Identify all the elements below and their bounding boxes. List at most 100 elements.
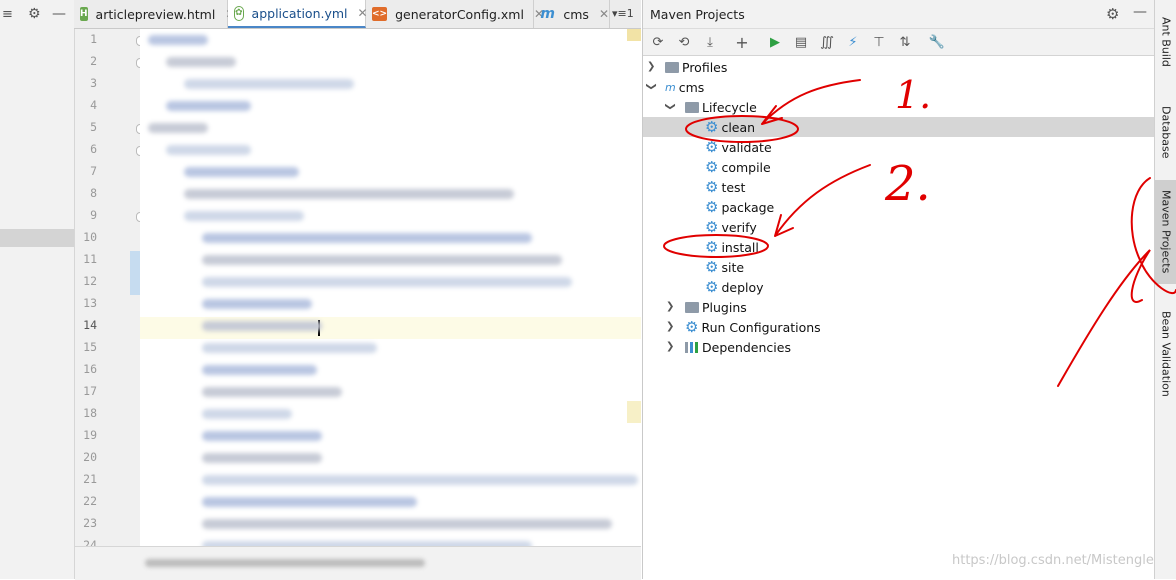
lifecycle-phase-package[interactable]: ⚙ package — [705, 197, 774, 217]
line-number: 7 — [90, 164, 97, 178]
warning-marker — [627, 29, 641, 41]
tree-item-lifecycle[interactable]: Lifecycle — [685, 97, 757, 117]
tab-articlepreview[interactable]: H articlepreview.html ✕ — [74, 0, 235, 28]
line-number: 16 — [83, 362, 97, 376]
code-editor[interactable] — [140, 29, 641, 546]
download-icon[interactable]: ⤓ — [702, 34, 718, 50]
tree-item-plugins[interactable]: Plugins — [685, 297, 747, 317]
lifecycle-phase-deploy[interactable]: ⚙ deploy — [705, 277, 764, 297]
tree-label: cms — [678, 79, 705, 95]
maven-m-icon: m — [540, 6, 555, 22]
yaml-file-icon: ✿ — [234, 5, 244, 21]
tree-item-run-configurations[interactable]: ⚙ Run Configurations — [685, 317, 821, 337]
line-number: 6 — [90, 142, 97, 156]
maven-projects-panel: Maven Projects ⚙ — ⟳ ⟲ ⤓ + ▶ ▤ ∭ ⚡ ⊤ ⇅ 🔧… — [642, 0, 1155, 579]
tree-item-project[interactable]: m cms — [665, 77, 704, 97]
chevron-right-icon[interactable]: ❯ — [666, 321, 674, 332]
blurred-code-line — [202, 409, 292, 419]
blurred-code-line — [202, 321, 322, 331]
html-file-icon: H — [80, 7, 88, 21]
lifecycle-phase-install[interactable]: ⚙ install — [705, 237, 759, 257]
project-panel-strip: ≡ ⚙ — — [0, 0, 75, 579]
tab-label: cms — [563, 6, 589, 22]
toggle-offline-icon[interactable]: ∭ — [819, 34, 835, 50]
lifecycle-phase-compile[interactable]: ⚙ compile — [705, 157, 771, 177]
tool-window-database[interactable]: Database — [1155, 94, 1176, 170]
tab-application-yml[interactable]: ✿ application.yml ✕ — [228, 0, 368, 28]
lifecycle-phase-site[interactable]: ⚙ site — [705, 257, 744, 277]
blurred-code-line — [166, 57, 236, 67]
maven-toolbar: ⟳ ⟲ ⤓ + ▶ ▤ ∭ ⚡ ⊤ ⇅ 🔧 — [643, 29, 1155, 56]
minimize-icon[interactable]: — — [52, 6, 66, 22]
gear-icon: ⚙ — [705, 257, 719, 276]
gear-icon: ⚙ — [685, 317, 699, 336]
execute-goal-icon[interactable]: ▤ — [793, 34, 809, 50]
chevron-right-icon[interactable]: ❯ — [666, 301, 674, 312]
tree-label: Plugins — [702, 299, 747, 315]
collapse-lines-icon[interactable]: ≡ — [2, 7, 13, 22]
chevron-down-icon[interactable]: ❯ — [665, 102, 676, 110]
line-number: 19 — [83, 428, 97, 442]
blurred-code-line — [202, 277, 572, 287]
line-number: 23 — [83, 516, 97, 530]
lifecycle-phase-verify[interactable]: ⚙ verify — [705, 217, 757, 237]
tool-window-maven-projects[interactable]: Maven Projects — [1155, 180, 1176, 284]
line-number: 22 — [83, 494, 97, 508]
lifecycle-phase-validate[interactable]: ⚙ validate — [705, 137, 772, 157]
line-number: 18 — [83, 406, 97, 420]
show-dependencies-icon[interactable]: ⊤ — [871, 34, 887, 50]
tab-generatorconfig[interactable]: <> generatorConfig.xml ✕ — [366, 0, 544, 28]
gear-icon: ⚙ — [705, 217, 719, 236]
tree-item-dependencies[interactable]: Dependencies — [685, 337, 791, 357]
line-number: 13 — [83, 296, 97, 310]
blurred-code-line — [184, 167, 299, 177]
phase-label: package — [721, 199, 775, 215]
line-number: 12 — [83, 274, 97, 288]
blurred-code-line — [148, 35, 208, 45]
refresh-icon[interactable]: ⟳ — [650, 34, 666, 50]
maven-project-icon: m — [665, 80, 676, 94]
run-icon[interactable]: ▶ — [767, 34, 783, 50]
tab-cms[interactable]: m cms ✕ — [534, 0, 610, 28]
gear-icon[interactable]: ⚙ — [1106, 5, 1119, 23]
breadcrumb-bar — [75, 546, 641, 580]
gear-icon[interactable]: ⚙ — [28, 6, 41, 22]
chevron-right-icon[interactable]: ❯ — [666, 341, 674, 352]
tab-overflow-button[interactable]: ▾≡1 — [612, 7, 634, 20]
blurred-code-line — [184, 79, 354, 89]
selected-project-row[interactable] — [0, 229, 74, 247]
line-number: 1 — [90, 32, 97, 46]
maven-panel-header: Maven Projects ⚙ — — [643, 0, 1155, 29]
tree-label: Run Configurations — [701, 319, 821, 335]
lifecycle-phase-clean[interactable]: ⚙ clean — [705, 117, 755, 137]
skip-tests-icon[interactable]: ⚡ — [845, 34, 861, 50]
phase-label: verify — [721, 219, 757, 235]
minimize-icon[interactable]: — — [1133, 4, 1147, 20]
phase-label: clean — [721, 119, 756, 135]
add-icon[interactable]: + — [734, 33, 750, 52]
tool-window-ant-build[interactable]: Ant Build — [1155, 4, 1176, 80]
line-number: 20 — [83, 450, 97, 464]
line-number: 5 — [90, 120, 97, 134]
close-icon[interactable]: ✕ — [599, 7, 609, 21]
folder-icon — [665, 61, 679, 73]
chevron-down-icon[interactable]: ❯ — [646, 82, 657, 90]
reimport-icon[interactable]: ⟲ — [676, 34, 692, 50]
gear-icon: ⚙ — [705, 237, 719, 256]
tree-item-profiles[interactable]: Profiles — [665, 57, 727, 77]
chevron-right-icon[interactable]: ❯ — [647, 61, 655, 72]
blurred-code-line — [202, 431, 322, 441]
tab-overflow-count: 1 — [626, 7, 634, 20]
blurred-code-line — [202, 233, 532, 243]
blurred-code-line — [166, 145, 251, 155]
lifecycle-phase-test[interactable]: ⚙ test — [705, 177, 745, 197]
settings-wrench-icon[interactable]: 🔧 — [929, 34, 945, 50]
tool-window-bean-validation[interactable]: Bean Validation — [1155, 302, 1176, 406]
breadcrumb — [145, 559, 425, 567]
blurred-code-line — [148, 123, 208, 133]
blurred-code-line — [202, 343, 377, 353]
tab-label: articlepreview.html — [95, 6, 216, 22]
line-number: 15 — [83, 340, 97, 354]
gear-icon: ⚙ — [705, 177, 719, 196]
collapse-all-icon[interactable]: ⇅ — [897, 34, 913, 50]
